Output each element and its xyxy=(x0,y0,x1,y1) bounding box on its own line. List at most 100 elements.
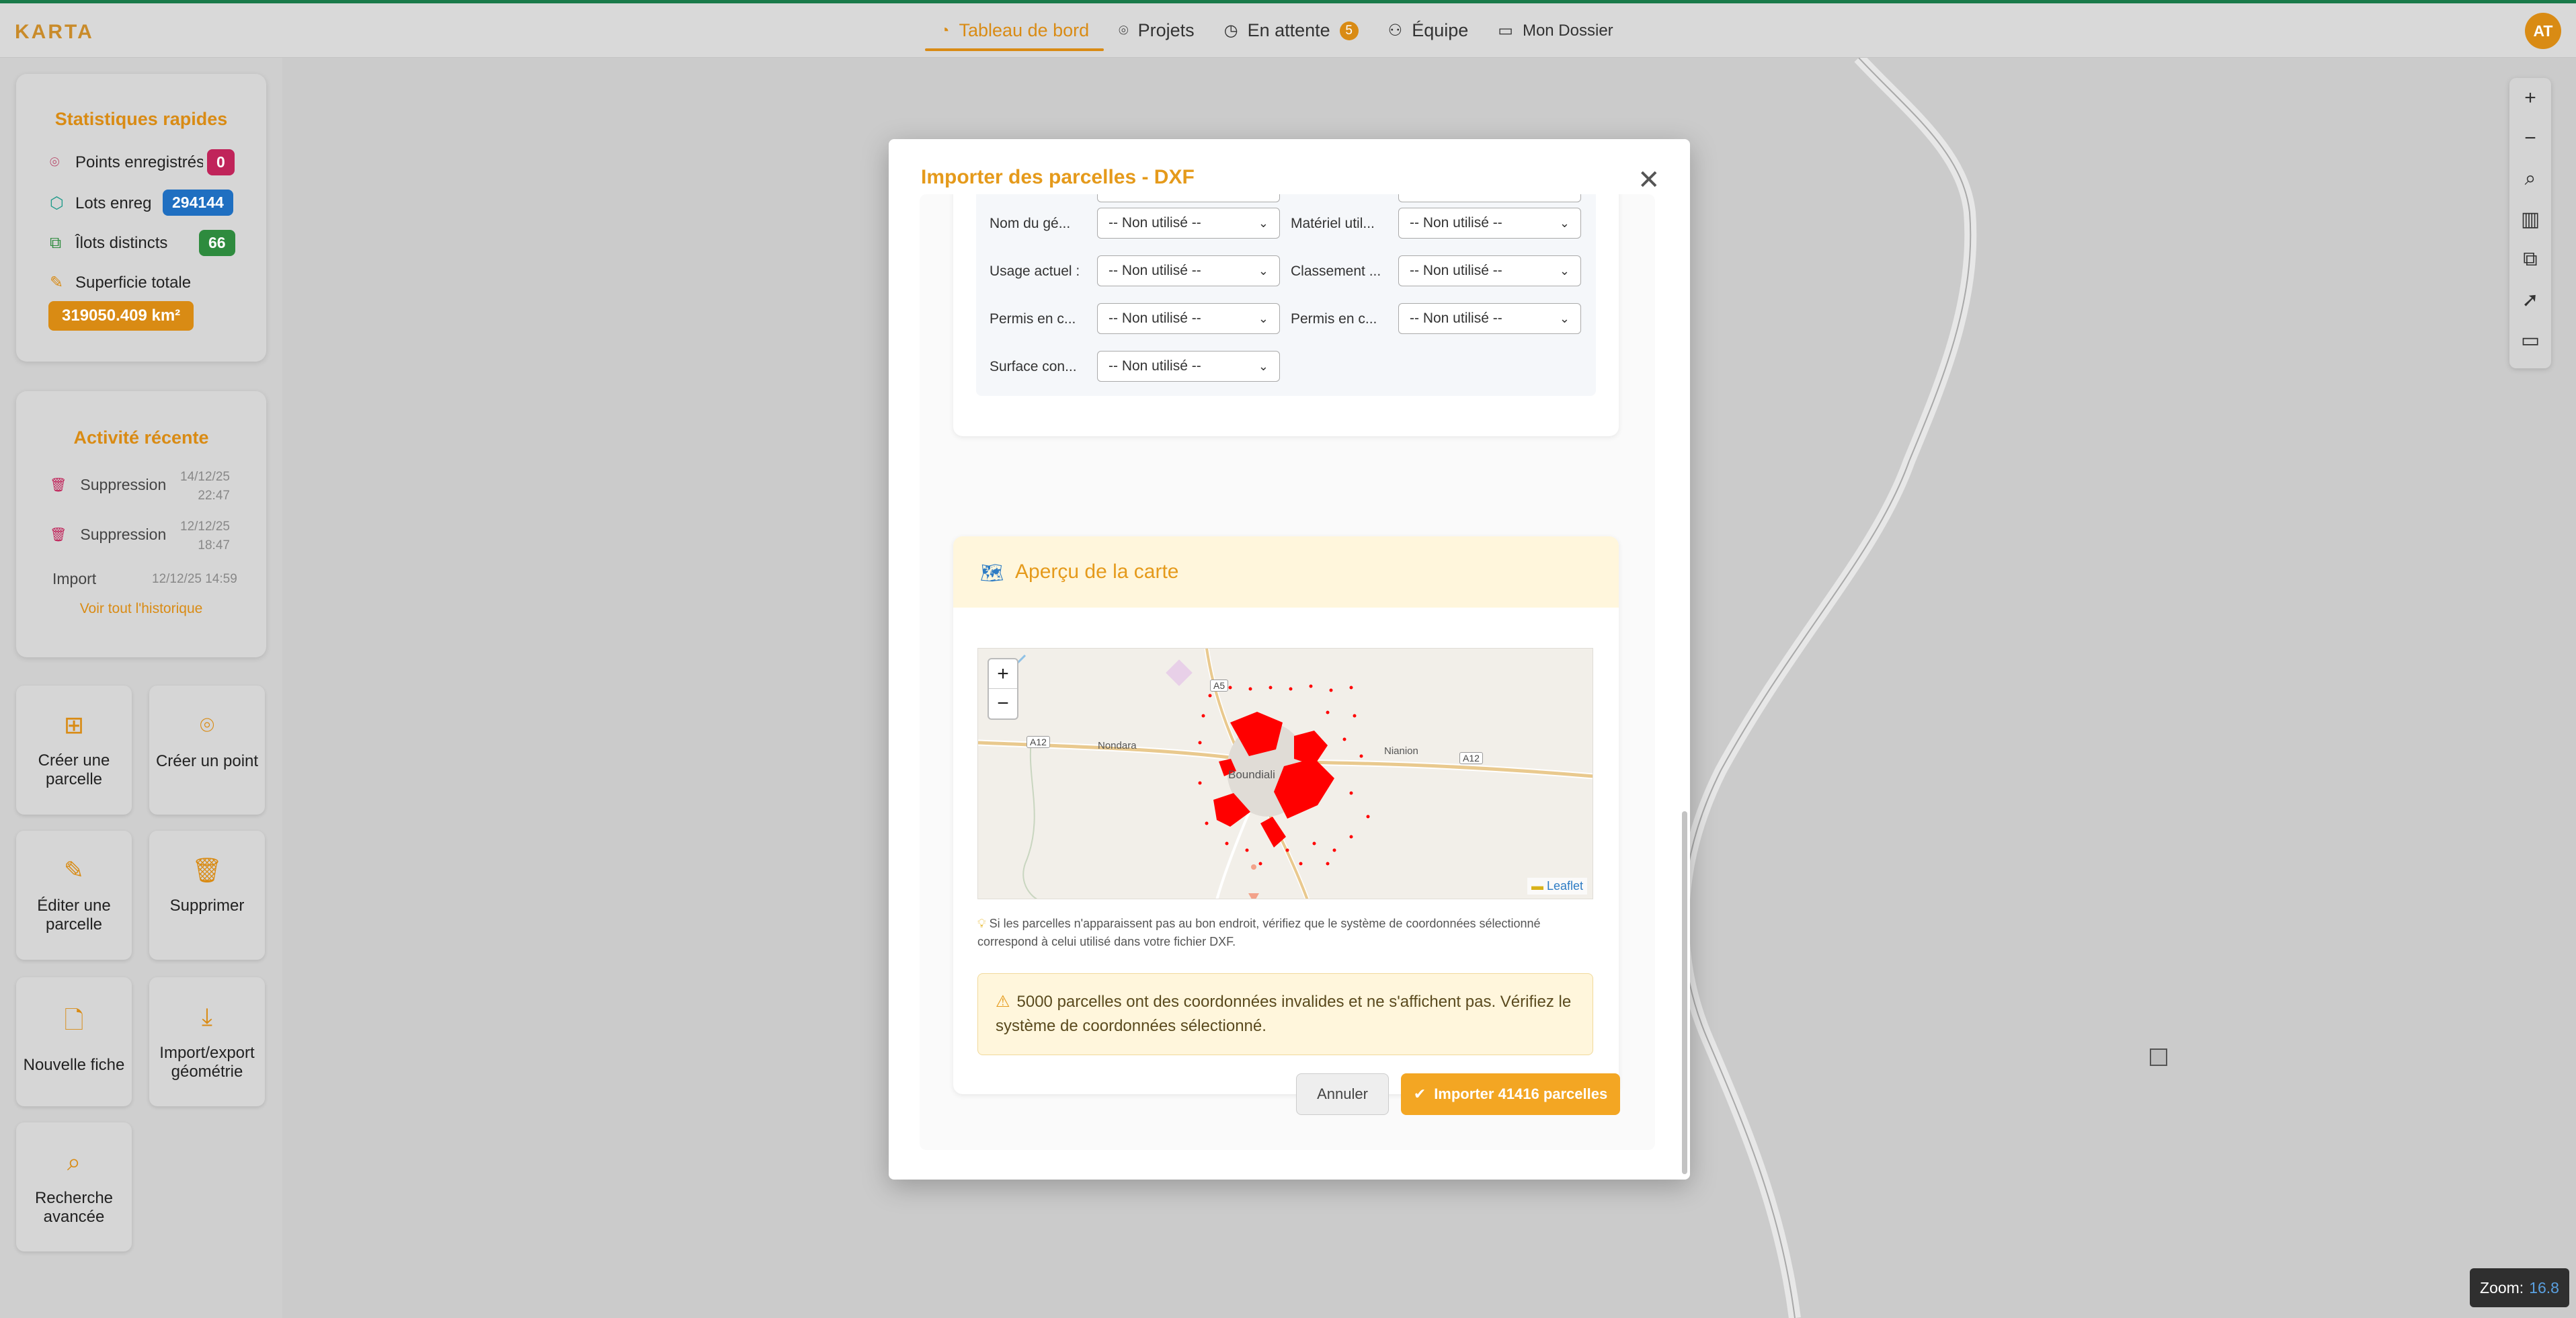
field-mapping-grid: Nom du gé... -- Non utilisé -- ⌄ Matériel… xyxy=(976,194,1596,396)
import-parcels-button[interactable]: ✔ Importer 41416 parcelles xyxy=(1401,1073,1620,1115)
select-tool-button[interactable]: ➚ xyxy=(2509,280,2551,320)
chevron-down-icon: ⌄ xyxy=(1258,359,1269,373)
cancel-button[interactable]: Annuler xyxy=(1296,1073,1389,1115)
activity-item[interactable]: 🗑︎ Suppression xyxy=(50,526,166,544)
quick-stats-card: Statistiques rapides ⌾ Points enregistré… xyxy=(16,74,266,362)
sidebar: Statistiques rapides ⌾ Points enregistré… xyxy=(0,58,282,1318)
coordinate-hint: 💡︎ Si les parcelles n'apparaissent pas a… xyxy=(977,915,1593,951)
layers-icon: ⧉ xyxy=(50,234,62,252)
tile-label: Créer un point xyxy=(155,752,259,770)
place-label: Nianion xyxy=(1384,745,1418,757)
field-select-value: -- Non utilisé -- xyxy=(1109,311,1201,326)
tile-label: Import/export géométrie xyxy=(159,1044,255,1081)
search-map-button[interactable]: ⌕ xyxy=(2509,159,2551,199)
field-select[interactable]: -- Non utilisé -- ⌄ xyxy=(1097,255,1280,286)
zoom-value: 16.8 xyxy=(2529,1278,2559,1296)
layers-button[interactable]: ⧉ xyxy=(2509,239,2551,280)
stat-lots-label: Lots enregistrés xyxy=(75,194,151,212)
mini-map-drawing xyxy=(978,649,1593,899)
nav-tab-label: Projets xyxy=(1137,20,1195,40)
activity-item[interactable]: 🗑︎ Suppression xyxy=(50,476,166,494)
import-export-geometry-button[interactable]: ⤓ Import/export géométrie xyxy=(149,977,265,1106)
zoom-out-button[interactable]: − xyxy=(2509,118,2551,159)
place-label: Boundiali xyxy=(1228,768,1275,781)
trash-icon: 🗑︎ xyxy=(192,856,223,884)
mini-map-zoom-in-button[interactable]: + xyxy=(989,659,1017,689)
stat-points: ⌾ Points enregistrés xyxy=(50,153,203,172)
mini-map-zoom-out-button[interactable]: − xyxy=(989,689,1017,718)
app-logo[interactable]: KARTA xyxy=(15,21,94,44)
chevron-down-icon: ⌄ xyxy=(1559,216,1570,230)
modal-body[interactable]: Nom du gé... -- Non utilisé -- ⌄ Matériel… xyxy=(920,194,1655,1150)
new-sheet-button[interactable]: 🗋︎ Nouvelle fiche xyxy=(16,977,132,1106)
stat-lots: ⬡ Lots enregistrés xyxy=(50,194,151,213)
edit-parcel-button[interactable]: ✎ Éditer une parcelle xyxy=(16,831,132,960)
stat-points-label: Points enregistrés xyxy=(75,153,203,171)
activity-date: 12/12/25 xyxy=(180,520,230,534)
field-select[interactable]: -- Non utilisé -- ⌄ xyxy=(1097,351,1280,382)
stat-surface-value: 319050.409 km² xyxy=(48,301,194,331)
field-select[interactable]: -- Non utilisé -- ⌄ xyxy=(1398,208,1581,239)
place-label: Nondara xyxy=(1098,740,1137,751)
preview-mini-map[interactable]: + − Nondara Boundiali Nianion A12 A12 A5… xyxy=(977,648,1593,899)
rectangle-tool-button[interactable]: ▭ xyxy=(2509,320,2551,360)
field-select-stub[interactable] xyxy=(1097,194,1280,202)
user-avatar[interactable]: AT xyxy=(2525,13,2561,49)
view-history-link[interactable]: Voir tout l'historique xyxy=(16,601,266,617)
search-icon: ⌕ xyxy=(67,1148,81,1176)
import-label: Importer 41416 parcelles xyxy=(1434,1085,1608,1102)
map-icon: 🗺︎ xyxy=(980,563,1004,583)
field-select-stub[interactable] xyxy=(1398,194,1581,202)
download-icon: ⤓ xyxy=(202,1003,212,1030)
users-icon: ⚇ xyxy=(1387,22,1403,40)
advanced-search-button[interactable]: ⌕ Recherche avancée xyxy=(16,1122,132,1251)
chevron-down-icon: ⌄ xyxy=(1559,311,1570,325)
edit-icon: ✎ xyxy=(63,856,85,884)
field-select-value: -- Non utilisé -- xyxy=(1109,358,1201,374)
stat-lots-value: 294144 xyxy=(163,190,233,216)
stat-ilots-label: Îlots distincts xyxy=(75,234,168,252)
close-button[interactable]: ✕ xyxy=(1638,165,1660,196)
palette-icon: ◔ xyxy=(940,21,950,40)
close-icon: ✕ xyxy=(1638,165,1660,195)
nav-tab-label: Mon Dossier xyxy=(1522,21,1613,40)
delete-button[interactable]: 🗑︎ Supprimer xyxy=(149,831,265,960)
lightbulb-icon: 💡︎ xyxy=(977,917,990,930)
modal-scrollbar[interactable] xyxy=(1682,811,1687,1174)
field-label: Permis en c... xyxy=(1291,311,1377,327)
activity-date: 14/12/25 xyxy=(180,470,230,484)
field-select[interactable]: -- Non utilisé -- ⌄ xyxy=(1398,255,1581,286)
tile-label: Créer une parcelle xyxy=(38,751,110,788)
activity-label: Import xyxy=(52,570,97,587)
warning-text: 5000 parcelles ont des coordonnées inval… xyxy=(996,993,1572,1035)
map-marker-square[interactable] xyxy=(2150,1048,2167,1066)
activity-time: 12/12/25 18:47 xyxy=(180,518,230,555)
leaflet-attribution[interactable]: ▬ Leaflet xyxy=(1527,878,1587,895)
nav-tab-my-folder[interactable]: ▭ Mon Dossier xyxy=(1483,3,1627,58)
basemap-button[interactable]: ▥ xyxy=(2509,199,2551,239)
nav-tab-label: Équipe xyxy=(1412,20,1469,40)
plus-square-icon: ⊞ xyxy=(63,711,85,739)
activity-hour: 22:47 xyxy=(198,489,230,503)
activity-label: Suppression xyxy=(80,476,167,493)
nav-tab-dashboard[interactable]: ◔ Tableau de bord xyxy=(925,3,1104,58)
pin-icon: ⌾ xyxy=(50,153,60,171)
road-shield: A5 xyxy=(1210,679,1229,692)
zoom-in-button[interactable]: + xyxy=(2509,78,2551,118)
recent-activity-title: Activité récente xyxy=(73,427,209,448)
field-select[interactable]: -- Non utilisé -- ⌄ xyxy=(1097,303,1280,334)
create-point-button[interactable]: ⌾ Créer un point xyxy=(149,686,265,815)
field-select[interactable]: -- Non utilisé -- ⌄ xyxy=(1398,303,1581,334)
field-select[interactable]: -- Non utilisé -- ⌄ xyxy=(1097,208,1280,239)
nav-tab-projects[interactable]: ⌾ Projets xyxy=(1104,3,1209,58)
create-parcel-button[interactable]: ⊞ Créer une parcelle xyxy=(16,686,132,815)
activity-time: 12/12/25 14:59 xyxy=(152,572,237,586)
folder-icon: ▭ xyxy=(1498,22,1513,40)
pending-count-badge: 5 xyxy=(1339,21,1359,40)
nav-tab-team[interactable]: ⚇ Équipe xyxy=(1373,3,1484,58)
zoom-level-indicator: Zoom: 16.8 xyxy=(2470,1268,2569,1307)
nav-tab-pending[interactable]: ◷ En attente 5 xyxy=(1209,3,1373,58)
layers-icon: ⧉ xyxy=(2523,248,2538,270)
chevron-down-icon: ⌄ xyxy=(1258,216,1269,230)
activity-item[interactable]: Import xyxy=(52,570,96,588)
